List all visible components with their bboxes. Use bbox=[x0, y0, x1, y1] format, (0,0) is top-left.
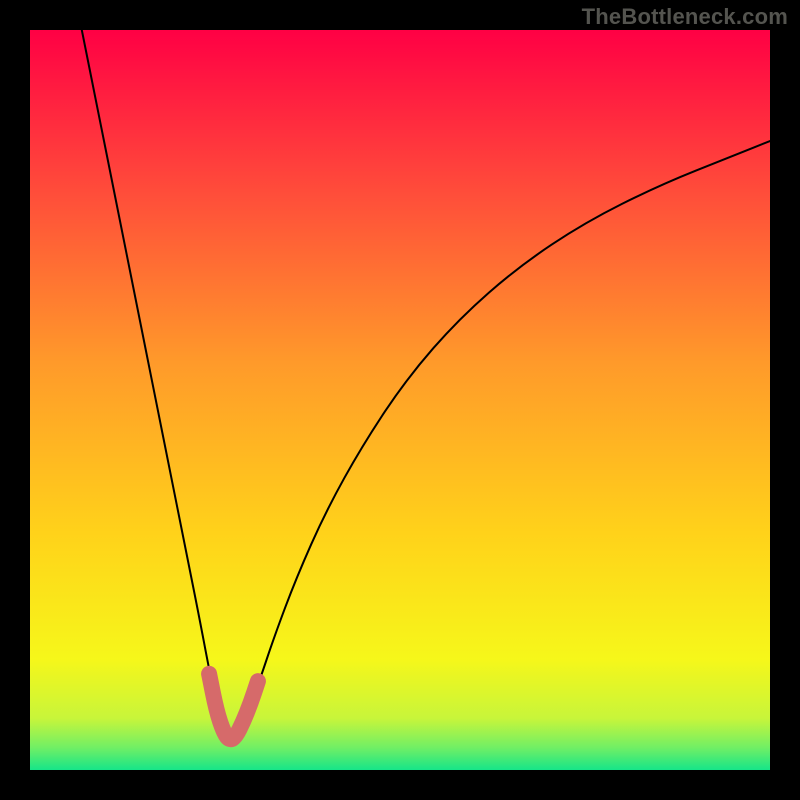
chart-frame: TheBottleneck.com bbox=[0, 0, 800, 800]
watermark-text: TheBottleneck.com bbox=[582, 4, 788, 30]
gradient-background bbox=[30, 30, 770, 770]
bottleneck-curve-plot bbox=[30, 30, 770, 770]
